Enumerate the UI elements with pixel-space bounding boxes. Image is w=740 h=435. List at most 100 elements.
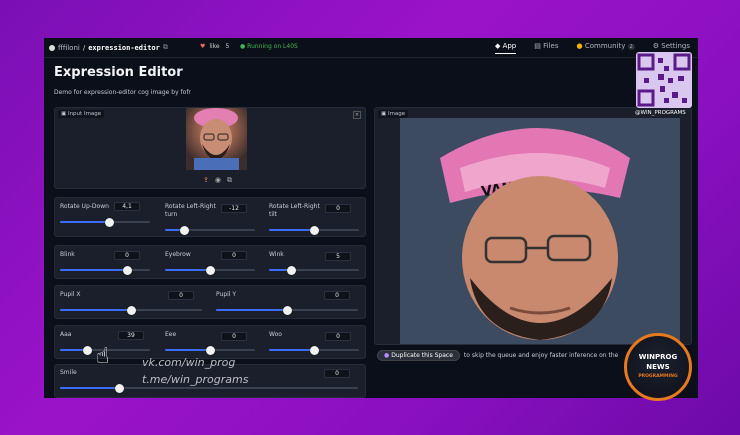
watermark-telegram: t.me/win_programs [142,373,249,386]
pupil-x-value[interactable]: 0 [168,291,194,300]
duplicate-row: ● Duplicate this Space to skip the queue … [377,350,618,361]
woo-track[interactable] [269,345,359,355]
eyebrow-track[interactable] [165,265,255,275]
rotate-up-down-value[interactable]: 4,1 [114,202,140,211]
tab-community[interactable]: ● Community 2 [576,42,635,54]
blink-thumb[interactable] [123,265,132,275]
duplicate-icon: ● [384,352,390,359]
pupil-x-label: Pupil X [60,291,81,298]
community-icon: ● [576,42,583,50]
app-icon: ◆ [494,42,501,50]
output-image-label-text: Image [387,111,406,117]
output-image-label: ▣ Image [378,110,409,118]
eyebrow-fill [165,269,210,271]
wink-track[interactable] [269,265,359,275]
rotate-left-right-turn-thumb[interactable] [180,225,190,235]
duplicate-button-label: Duplicate this Space [391,352,453,359]
duplicate-space-button[interactable]: ● Duplicate this Space [377,350,460,361]
pupil-x-thumb[interactable] [126,305,136,315]
output-image-preview: VANS [400,118,680,344]
rotate-up-down-label: Rotate Up-Down [60,203,109,210]
status-text: Running on L40S [247,43,298,50]
duplicate-hint: to skip the queue and enjoy faster infer… [463,352,619,359]
webcam-icon[interactable]: ◉ [215,176,221,185]
woo-thumb[interactable] [309,345,319,355]
eyebrow-thumb[interactable] [205,265,215,275]
woo-label: Woo [269,331,282,338]
hand-cursor-icon: ☝ [96,344,110,369]
community-count-badge: 2 [627,44,635,50]
rotate-left-right-tilt-thumb[interactable] [309,225,319,235]
input-image-panel[interactable]: ▣ Input Image × ⇪ ◉ ⧉ [54,107,366,189]
pupil-y-value[interactable]: 0 [324,291,350,300]
image-icon: ▣ [61,111,67,117]
wink-thumb[interactable] [287,265,296,275]
repo-owner-link[interactable]: fffiloni [58,44,80,52]
aaa-value[interactable]: 39 [118,331,144,340]
smile-thumb[interactable] [115,383,125,393]
pupil-sliders-row [54,285,366,319]
rotate-left-right-tilt-track[interactable] [269,225,359,235]
tab-community-label: Community [584,42,626,50]
blink-value[interactable]: 0 [114,251,140,260]
input-image-label: ▣ Input Image [58,110,105,118]
eee-thumb[interactable] [205,345,215,355]
app-window: fffiloni / expression-editor ⧉ ♥ like 5 … [44,38,698,398]
pupil-x-track[interactable] [60,305,202,315]
eyebrow-value[interactable]: 0 [221,251,247,260]
watermark-vk: vk.com/win_prog [142,356,236,369]
upload-icon[interactable]: ⇪ [203,176,209,185]
eyebrow-label: Eyebrow [165,251,191,258]
rotate-up-down-thumb[interactable] [105,217,114,227]
wink-value[interactable]: 5 [325,252,351,261]
eee-fill [165,349,210,351]
pupil-y-thumb[interactable] [282,305,292,315]
eee-track[interactable] [165,345,255,355]
blink-label: Blink [60,251,75,258]
tab-app-label: App [502,42,517,50]
aaa-thumb[interactable] [82,345,92,355]
page-subtitle: Demo for expression-editor cog image by … [54,89,191,96]
rotate-left-right-tilt-value[interactable]: 0 [325,204,351,213]
rotate-up-down-track[interactable] [60,217,150,227]
heart-icon: ♥ [200,43,206,50]
repo-name-link[interactable]: expression-editor [88,44,160,52]
wink-label: Wink [269,251,284,258]
rotate-left-right-turn-value[interactable]: -12 [221,204,247,213]
pupil-y-track[interactable] [216,305,358,315]
like-button[interactable]: ♥ like 5 [200,43,229,50]
qr-code-icon [636,52,692,108]
eee-value[interactable]: 0 [221,332,247,341]
input-face-illustration [194,108,239,170]
smile-track[interactable] [60,383,358,393]
logo-top-text: WINPROG [638,353,678,361]
status-dot-icon: ● [240,43,246,50]
logo-mid-text: NEWS [646,363,670,371]
clipboard-icon[interactable]: ⧉ [227,176,232,185]
rotate-up-down-fill [60,221,110,223]
input-image-preview [186,108,247,170]
files-icon: ▤ [534,42,541,50]
woo-value[interactable]: 0 [325,332,351,341]
copy-icon[interactable]: ⧉ [163,43,168,52]
image-icon: ▣ [381,111,387,117]
input-image-label-text: Input Image [67,111,102,117]
image-actions: ⇪ ◉ ⧉ [203,176,232,185]
clear-image-button[interactable]: × [353,111,361,119]
blink-fill [60,269,128,271]
qr-pattern [637,53,691,107]
rotate-left-right-tilt-label: Rotate Left-Right tilt [269,203,320,218]
pupil-y-fill [216,309,287,311]
rotate-left-right-turn-label: Rotate Left-Right turn [165,203,216,218]
rotate-left-right-turn-track[interactable] [165,225,255,235]
repo-path: fffiloni / expression-editor ⧉ [49,43,168,52]
aaa-label: Aaa [60,331,72,338]
tab-files[interactable]: ▤ Files [534,42,558,54]
like-count: 5 [225,43,230,50]
like-label: like [209,43,220,50]
tab-app[interactable]: ◆ App [494,42,517,54]
repo-separator: / [82,43,86,52]
blink-track[interactable] [60,265,150,275]
gear-icon: ⚙ [652,42,660,50]
smile-value[interactable]: 0 [324,369,350,378]
